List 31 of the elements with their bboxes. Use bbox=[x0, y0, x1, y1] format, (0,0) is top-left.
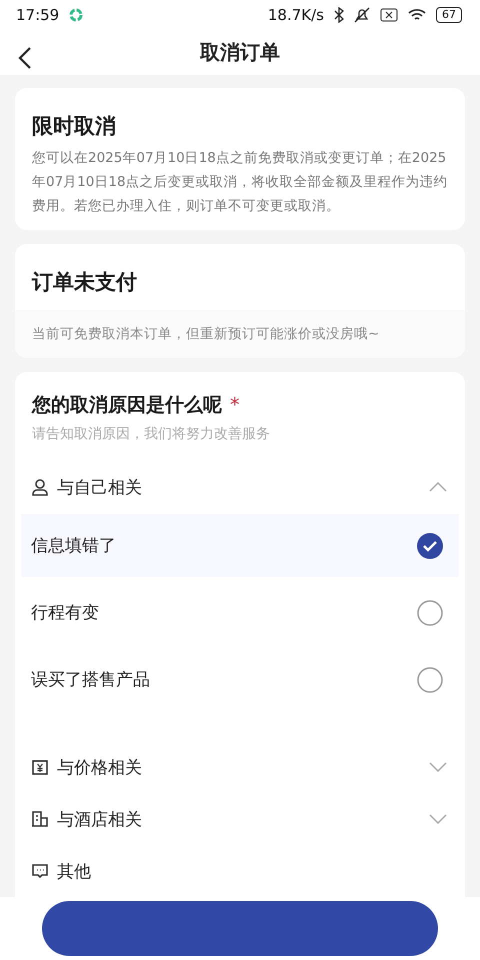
reason-group[interactable]: 与价格相关 bbox=[31, 756, 142, 779]
sim-icon bbox=[380, 8, 398, 22]
wifi-icon bbox=[408, 8, 426, 22]
unpaid-title: 订单未支付 bbox=[32, 270, 137, 294]
building-icon bbox=[31, 810, 49, 828]
app-icon bbox=[69, 8, 84, 22]
reasons-subtitle: 请告知取消原因，我们将努力改善服务 bbox=[32, 425, 271, 444]
status-time: 17:59 bbox=[16, 6, 60, 24]
network-speed: 18.7K/s bbox=[268, 6, 324, 24]
reasons-title: 您的取消原因是什么呢 bbox=[32, 393, 222, 418]
reason-group[interactable]: 与酒店相关 bbox=[31, 808, 142, 831]
chat-icon bbox=[31, 862, 49, 880]
radio-icon[interactable] bbox=[417, 600, 443, 626]
price-tag-icon bbox=[31, 758, 49, 776]
bluetooth-icon bbox=[334, 7, 344, 24]
battery-indicator: 67 bbox=[436, 7, 462, 24]
reason-group[interactable]: 与自己相关 bbox=[31, 476, 142, 499]
reason-group[interactable]: 其他 bbox=[31, 860, 91, 883]
mute-bell-icon bbox=[354, 7, 370, 24]
expand-icon[interactable] bbox=[429, 814, 447, 824]
page-title: 取消订单 bbox=[200, 39, 280, 66]
policy-text: 您可以在2025年07月10日18点之前免费取消或变更订单；在2025年07月10日18点之后变更或取消，将收取全部金额及里程作为违约费用。若您已办理入住，则订单不可变更或取消。 bbox=[32, 149, 448, 216]
unpaid-note: 当前可免费取消本订单，但重新预订可能涨价或没房哦~ bbox=[32, 326, 380, 342]
policy-title: 限时取消 bbox=[32, 113, 117, 140]
radio-icon[interactable] bbox=[417, 666, 443, 693]
required-mark: * bbox=[230, 394, 240, 416]
person-icon bbox=[31, 478, 49, 496]
reason-option[interactable]: 信息填错了 bbox=[21, 514, 459, 578]
expand-icon[interactable] bbox=[429, 762, 447, 772]
collapse-icon[interactable] bbox=[429, 482, 447, 492]
checked-radio-icon[interactable] bbox=[417, 532, 443, 559]
